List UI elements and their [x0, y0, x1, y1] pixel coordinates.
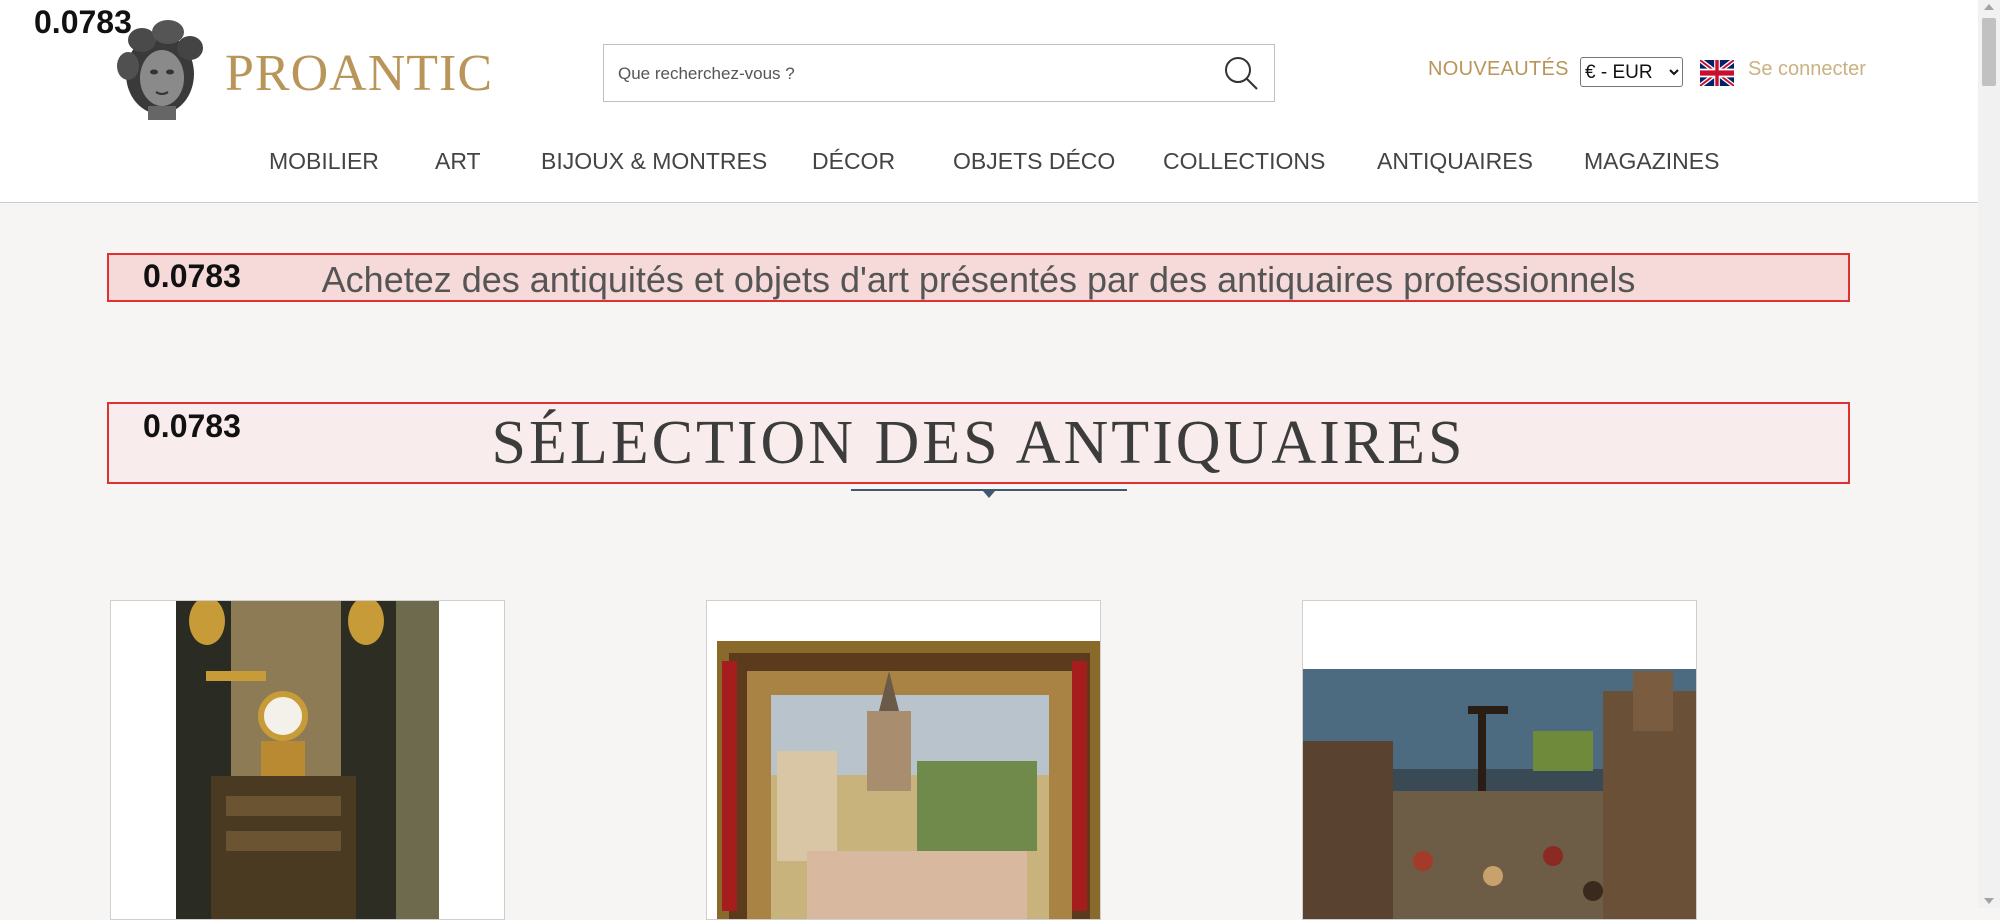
nav-item-decor[interactable]: DÉCOR	[812, 148, 895, 175]
section-title-banner: SÉLECTION DES ANTIQUAIRES	[107, 402, 1850, 484]
debug-score-top: 0.0783	[34, 4, 132, 40]
site-header: PROANTIC NOUVEAUTÉS € - EUR Se connecter…	[0, 0, 1978, 203]
product-image-painting-street[interactable]	[707, 601, 1101, 920]
nav-item-mobilier[interactable]: MOBILIER	[269, 148, 379, 175]
nav-item-antiquaires[interactable]: ANTIQUAIRES	[1377, 148, 1533, 175]
search-bar	[603, 44, 1275, 103]
nav-item-art[interactable]: ART	[435, 148, 481, 175]
page-scrollbar[interactable]	[1978, 0, 2000, 908]
search-icon[interactable]	[1222, 54, 1260, 92]
product-card-painting-street[interactable]	[706, 600, 1101, 920]
title-divider-notch	[983, 491, 995, 498]
search-input[interactable]	[616, 45, 1200, 103]
debug-score-tagline: 0.0783	[143, 258, 241, 294]
main-nav: MOBILIER ART BIJOUX & MONTRES DÉCOR OBJE…	[0, 148, 1978, 178]
nav-item-objets-deco[interactable]: OBJETS DÉCO	[953, 148, 1115, 175]
nav-item-bijoux-montres[interactable]: BIJOUX & MONTRES	[541, 148, 767, 175]
section-title: SÉLECTION DES ANTIQUAIRES	[491, 409, 1466, 477]
product-card-painting-village[interactable]	[1302, 600, 1697, 920]
scrollbar-thumb[interactable]	[1982, 18, 1996, 86]
product-image-painting-village[interactable]	[1303, 601, 1697, 920]
uk-flag-icon[interactable]	[1700, 60, 1734, 86]
debug-score-selection: 0.0783	[143, 408, 241, 444]
product-image-clock[interactable]	[111, 601, 505, 920]
login-link[interactable]: Se connecter	[1748, 58, 1866, 81]
currency-select[interactable]: € - EUR	[1580, 57, 1683, 87]
tagline-text: Achetez des antiquités et objets d'art p…	[321, 259, 1636, 300]
scroll-down-arrow-icon[interactable]	[1984, 898, 1994, 904]
nav-item-collections[interactable]: COLLECTIONS	[1163, 148, 1325, 175]
scroll-up-arrow-icon[interactable]	[1984, 4, 1994, 10]
tagline-banner: Achetez des antiquités et objets d'art p…	[107, 253, 1850, 302]
nouveautes-link[interactable]: NOUVEAUTÉS	[1428, 58, 1569, 81]
nav-item-magazines[interactable]: MAGAZINES	[1584, 148, 1719, 175]
logo-text[interactable]: PROANTIC	[225, 44, 493, 103]
product-card-clock[interactable]	[110, 600, 505, 920]
